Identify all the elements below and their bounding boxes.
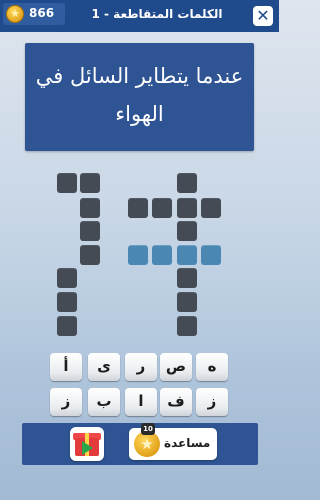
close-icon[interactable]: ✕: [253, 6, 273, 26]
grid-cell[interactable]: [177, 173, 197, 193]
grid-cell[interactable]: [80, 245, 100, 265]
grid-cell[interactable]: [177, 292, 197, 312]
grid-cell[interactable]: [152, 198, 172, 218]
level-title: 1 - الكلمات المتقاطعة: [91, 7, 223, 21]
help-cost-badge: 10: [141, 423, 155, 435]
grid-cell[interactable]: [57, 268, 77, 288]
grid-cell[interactable]: [57, 173, 77, 193]
letter-key[interactable]: ز: [50, 388, 82, 416]
letter-key[interactable]: ر: [125, 353, 157, 381]
grid-cell[interactable]: [177, 198, 197, 218]
gift-video-button[interactable]: [70, 427, 104, 461]
grid-cell[interactable]: [177, 316, 197, 336]
grid-cell[interactable]: [177, 268, 197, 288]
grid-cell[interactable]: [128, 198, 148, 218]
grid-cell[interactable]: [57, 292, 77, 312]
help-label: مساعدة: [164, 436, 211, 450]
help-button[interactable]: ★ 10 مساعدة: [129, 423, 217, 460]
highlighted-cell[interactable]: [152, 245, 172, 265]
top-bar: ★ 866 1 - الكلمات المتقاطعة ✕: [0, 0, 279, 32]
letter-key[interactable]: ا: [125, 388, 157, 416]
star-coin-icon: ★: [6, 5, 24, 23]
highlighted-cell[interactable]: [128, 245, 148, 265]
letter-key[interactable]: أ: [50, 353, 82, 381]
letter-key[interactable]: ص: [160, 353, 192, 381]
grid-cell[interactable]: [80, 221, 100, 241]
grid-cell[interactable]: [80, 198, 100, 218]
letter-key[interactable]: ز: [196, 388, 228, 416]
coin-count: 866: [29, 6, 55, 20]
clue-panel: عندما يتطاير السائل في الهواء: [25, 43, 254, 151]
play-icon: [82, 441, 93, 455]
grid-cell[interactable]: [177, 221, 197, 241]
clue-text: عندما يتطاير السائل في الهواء: [35, 64, 244, 126]
letter-key[interactable]: ه: [196, 353, 228, 381]
grid-cell[interactable]: [80, 173, 100, 193]
highlighted-cell[interactable]: [201, 245, 221, 265]
letter-key[interactable]: ف: [160, 388, 192, 416]
bottom-bar: ★ 10 مساعدة: [22, 423, 258, 465]
grid-cell[interactable]: [201, 198, 221, 218]
letter-key[interactable]: ب: [88, 388, 120, 416]
highlighted-cell[interactable]: [177, 245, 197, 265]
coin-counter[interactable]: ★ 866: [3, 3, 65, 25]
letter-key[interactable]: ى: [88, 353, 120, 381]
grid-cell[interactable]: [57, 316, 77, 336]
